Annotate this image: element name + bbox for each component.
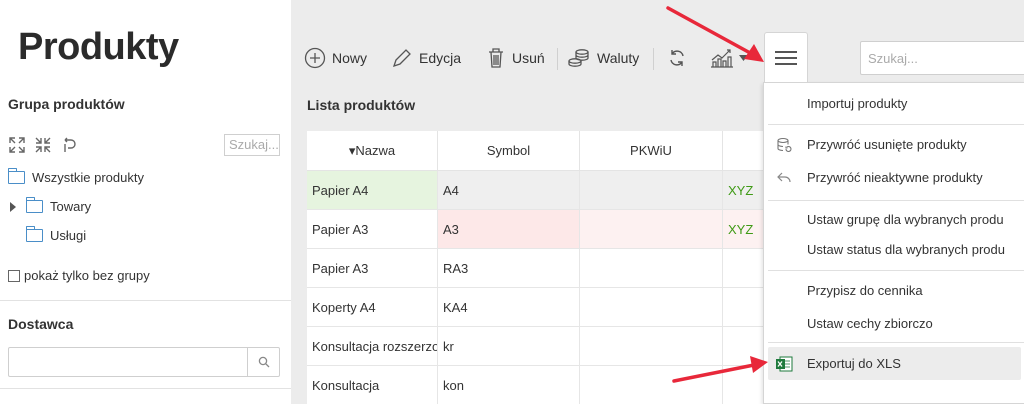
tree-item-all-products[interactable]: Wszystkie produkty xyxy=(7,168,144,185)
collapse-all-icon[interactable] xyxy=(34,136,52,154)
cell-symbol: kr xyxy=(438,327,580,366)
menu-separator xyxy=(768,200,1024,201)
menu-item-label: Przywróć usunięte produkty xyxy=(807,137,967,152)
cell-symbol: KA4 xyxy=(438,288,580,327)
folder-icon xyxy=(25,197,43,213)
product-group-header: Grupa produktów xyxy=(8,96,125,112)
menu-item-label: Ustaw cechy zbiorczo xyxy=(807,316,933,331)
menu-item-set-group[interactable]: Ustaw grupę dla wybranych produ xyxy=(764,203,1024,236)
expand-all-icon[interactable] xyxy=(8,136,26,154)
tree-search-input[interactable]: Szukaj... xyxy=(224,134,280,156)
sidebar: Produkty Grupa produktów Szukaj... Wszys… xyxy=(0,0,291,404)
tree-item-label: Wszystkie produkty xyxy=(32,170,144,185)
column-header-pkwiu[interactable]: PKWiU xyxy=(580,131,723,171)
undo-arrow-icon xyxy=(775,169,793,187)
new-button-label: Nowy xyxy=(332,50,368,66)
cell-name: Konsultacja rozszerzona xyxy=(307,327,438,366)
refresh-tree-icon[interactable] xyxy=(60,136,78,154)
menu-separator xyxy=(768,342,1024,343)
toolbar-separator xyxy=(557,48,558,70)
pencil-icon xyxy=(392,49,411,68)
supplier-input[interactable] xyxy=(8,347,280,377)
divider xyxy=(0,388,291,389)
excel-icon xyxy=(775,355,793,373)
database-restore-icon xyxy=(775,136,793,154)
no-group-label: pokaż tylko bez grupy xyxy=(24,268,150,283)
menu-item-export-xls[interactable]: Exportuj do XLS xyxy=(768,347,1021,380)
tree-tools xyxy=(8,133,78,157)
menu-item-assign-price-list[interactable]: Przypisz do cennika xyxy=(764,274,1024,307)
cell-symbol: A3 xyxy=(438,210,580,249)
currencies-button[interactable]: Waluty xyxy=(567,38,639,78)
menu-item-label: Przywróć nieaktywne produkty xyxy=(807,170,983,185)
menu-item-set-status[interactable]: Ustaw status dla wybranych produ xyxy=(764,233,1024,266)
toolbar-separator xyxy=(653,48,654,70)
edit-button[interactable]: Edycja xyxy=(391,38,461,78)
product-list-title: Lista produktów xyxy=(307,97,416,113)
menu-separator xyxy=(768,270,1024,271)
cell-pkwiu xyxy=(580,171,723,210)
column-header-name[interactable]: ▾Nazwa xyxy=(307,131,438,171)
menu-item-restore-deleted[interactable]: Przywróć usunięte produkty xyxy=(764,128,1024,161)
divider xyxy=(0,300,291,301)
delete-button[interactable]: Usuń xyxy=(486,38,545,78)
no-group-filter[interactable]: pokaż tylko bez grupy xyxy=(8,268,150,283)
edit-button-label: Edycja xyxy=(419,50,462,66)
menu-item-label: Importuj produkty xyxy=(807,96,908,111)
cell-symbol: RA3 xyxy=(438,249,580,288)
delete-button-label: Usuń xyxy=(512,50,545,66)
currencies-button-label: Waluty xyxy=(597,50,640,66)
menu-separator xyxy=(768,124,1024,125)
cell-name: Konsultacja xyxy=(307,366,438,404)
cell-symbol: kon xyxy=(438,366,580,404)
menu-item-label: Ustaw status dla wybranych produ xyxy=(807,242,1005,257)
tree-item-goods[interactable]: Towary xyxy=(10,197,92,214)
menu-item-label: Exportuj do XLS xyxy=(807,356,901,371)
search-icon xyxy=(258,356,269,368)
menu-item-set-features[interactable]: Ustaw cechy zbiorczo xyxy=(764,307,1024,340)
folder-icon xyxy=(7,168,25,184)
menu-item-label: Ustaw grupę dla wybranych produ xyxy=(807,212,1004,227)
cell-pkwiu xyxy=(580,249,723,288)
menu-item-label: Przypisz do cennika xyxy=(807,283,923,298)
supplier-search-button[interactable] xyxy=(247,348,279,376)
new-button[interactable]: Nowy xyxy=(304,38,367,78)
cell-name: Papier A3 xyxy=(307,249,438,288)
supplier-header: Dostawca xyxy=(8,316,74,332)
search-input[interactable]: Szukaj... xyxy=(860,41,1024,75)
annotation-arrow-bottom xyxy=(672,356,768,383)
menu-item-import-products[interactable]: Importuj produkty xyxy=(764,87,1024,120)
plus-circle-icon xyxy=(304,47,326,69)
no-group-checkbox[interactable] xyxy=(8,269,20,282)
column-header-symbol[interactable]: Symbol xyxy=(438,131,580,171)
cell-name: Papier A4 xyxy=(307,171,438,210)
tree-item-services[interactable]: Usługi xyxy=(25,226,87,243)
cell-pkwiu xyxy=(580,210,723,249)
hamburger-icon xyxy=(775,50,797,65)
coins-icon xyxy=(568,49,589,67)
more-menu-button[interactable] xyxy=(764,32,808,82)
more-menu-dropdown: Importuj produkty Przywróć usunięte prod… xyxy=(763,82,1024,404)
cell-symbol: A4 xyxy=(438,171,580,210)
folder-icon xyxy=(25,226,43,242)
trash-icon xyxy=(489,48,503,68)
cell-name: Papier A3 xyxy=(307,210,438,249)
tree-item-label: Towary xyxy=(50,199,92,214)
cell-pkwiu xyxy=(580,288,723,327)
menu-item-restore-inactive[interactable]: Przywróć nieaktywne produkty xyxy=(764,161,1024,194)
expand-caret-icon[interactable] xyxy=(10,201,16,212)
tree-item-label: Usługi xyxy=(50,228,87,243)
page-title: Produkty xyxy=(18,26,179,68)
annotation-arrow-top xyxy=(666,6,764,62)
cell-name: Koperty A4 xyxy=(307,288,438,327)
